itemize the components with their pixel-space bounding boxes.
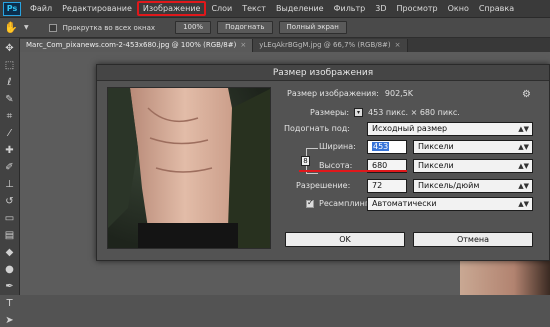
menu-type[interactable]: Текст xyxy=(237,4,271,13)
dimensions-unit-dropdown[interactable]: ▾ xyxy=(354,108,364,117)
menu-layers[interactable]: Слои xyxy=(206,4,237,13)
resample-checkbox[interactable] xyxy=(306,198,314,208)
dimensions-value: 453 пикс. × 680 пикс. xyxy=(368,108,460,117)
resolution-label: Разрешение: xyxy=(296,181,351,190)
clone-stamp-tool-icon[interactable]: ⊥ xyxy=(3,178,17,191)
fit-to-label: Подогнать под: xyxy=(284,124,350,133)
cancel-button[interactable]: Отмена xyxy=(413,232,533,247)
dialog-title: Размер изображения xyxy=(97,65,549,81)
move-tool-icon[interactable]: ✥ xyxy=(3,42,17,55)
height-label: Высота: xyxy=(319,161,353,170)
tool-preset-chevron-icon[interactable]: ▼ xyxy=(24,24,29,31)
height-value: 680 xyxy=(372,161,388,170)
menu-filter[interactable]: Фильтр xyxy=(329,4,371,13)
height-unit-value: Пиксели xyxy=(418,161,454,170)
document-tab[interactable]: yLEqAkrBGgM.jpg @ 66,7% (RGB/8#) × xyxy=(253,39,408,52)
chevron-down-icon: ▲▼ xyxy=(518,125,529,133)
fit-to-row: Подогнать под: xyxy=(284,124,350,133)
width-unit-value: Пиксели xyxy=(418,142,454,151)
scroll-all-windows-label: Прокрутка во всех окнах xyxy=(62,23,156,32)
dimensions-row: Размеры: ▾ 453 пикс. × 680 пикс. xyxy=(310,108,460,117)
fit-to-value: Исходный размер xyxy=(372,124,448,133)
menu-select[interactable]: Выделение xyxy=(271,4,329,13)
chevron-down-icon: ▲▼ xyxy=(518,182,529,190)
eraser-tool-icon[interactable]: ▭ xyxy=(3,212,17,225)
tools-panel: ✥ ⬚ ℓ ✎ ⌗ ⁄ ✚ ✐ ⊥ ↺ ▭ ▤ ◆ ● ✒ T ➤ xyxy=(0,38,20,326)
gear-icon[interactable]: ⚙ xyxy=(522,89,531,100)
menu-file[interactable]: Файл xyxy=(25,4,57,13)
image-size-value: 902,5K xyxy=(384,89,414,98)
image-preview[interactable] xyxy=(107,87,271,249)
resolution-value: 72 xyxy=(372,181,383,190)
chevron-down-icon: ▲▼ xyxy=(518,200,529,208)
resample-label: Ресамплинг: xyxy=(319,199,372,208)
width-label-row: Ширина: xyxy=(319,142,356,151)
close-icon[interactable]: × xyxy=(240,39,246,52)
fit-to-select[interactable]: Исходный размер ▲▼ xyxy=(367,122,533,136)
gradient-tool-icon[interactable]: ▤ xyxy=(3,229,17,242)
width-unit-select[interactable]: Пиксели ▲▼ xyxy=(413,140,533,154)
width-input[interactable]: 453 xyxy=(367,140,407,154)
history-brush-tool-icon[interactable]: ↺ xyxy=(3,195,17,208)
menu-image[interactable]: Изображение xyxy=(136,1,207,16)
path-select-tool-icon[interactable]: ➤ xyxy=(3,314,17,327)
resolution-label-row: Разрешение: xyxy=(296,181,350,190)
eyedropper-tool-icon[interactable]: ⁄ xyxy=(3,127,17,140)
dodge-tool-icon[interactable]: ● xyxy=(3,263,17,276)
image-size-row: Размер изображения: 902,5K xyxy=(287,89,413,98)
chevron-down-icon: ▲▼ xyxy=(518,162,529,170)
width-label: Ширина: xyxy=(319,142,356,151)
marquee-tool-icon[interactable]: ⬚ xyxy=(3,59,17,72)
resample-row: Ресамплинг: xyxy=(306,198,372,208)
hand-tool-icon[interactable]: ✋ xyxy=(4,21,18,35)
options-bar: ✋ ▼ Прокрутка во всех окнах 100% Подогна… xyxy=(0,18,550,38)
resample-select[interactable]: Автоматически ▲▼ xyxy=(367,197,533,211)
menu-bar: Ps Файл Редактирование Изображение Слои … xyxy=(0,0,550,18)
brush-tool-icon[interactable]: ✐ xyxy=(3,161,17,174)
document-tab-label: yLEqAkrBGgM.jpg @ 66,7% (RGB/8#) xyxy=(259,41,391,49)
menu-edit[interactable]: Редактирование xyxy=(57,4,137,13)
crop-tool-icon[interactable]: ⌗ xyxy=(3,110,17,123)
chevron-down-icon: ▲▼ xyxy=(518,143,529,151)
full-screen-button[interactable]: Полный экран xyxy=(278,21,347,34)
height-unit-select[interactable]: Пиксели ▲▼ xyxy=(413,159,533,173)
image-size-dialog: Размер изображения ⚙ Размер изображения:… xyxy=(96,64,550,261)
resolution-unit-value: Пиксель/дюйм xyxy=(418,181,480,190)
resolution-input[interactable]: 72 xyxy=(367,179,407,193)
blur-tool-icon[interactable]: ◆ xyxy=(3,246,17,259)
height-highlight-underline xyxy=(299,170,407,172)
dimensions-label: Размеры: xyxy=(310,108,350,117)
healing-brush-tool-icon[interactable]: ✚ xyxy=(3,144,17,157)
document-tabs: Marc_Com_pixanews.com-2-453x680.jpg @ 10… xyxy=(20,38,550,52)
zoom-100-button[interactable]: 100% xyxy=(175,21,212,34)
document-tab-label: Marc_Com_pixanews.com-2-453x680.jpg @ 10… xyxy=(26,41,237,49)
menu-window[interactable]: Окно xyxy=(443,4,474,13)
quick-select-tool-icon[interactable]: ✎ xyxy=(3,93,17,106)
menu-help[interactable]: Справка xyxy=(474,4,519,13)
height-label-row: Высота: xyxy=(319,161,352,170)
scroll-all-windows-checkbox[interactable] xyxy=(48,23,57,32)
resample-value: Автоматически xyxy=(372,199,437,208)
torso-photo xyxy=(108,88,270,248)
chain-link-icon[interactable]: 8 xyxy=(301,156,310,166)
width-value: 453 xyxy=(372,142,390,151)
menu-3d[interactable]: 3D xyxy=(370,4,391,13)
fit-screen-button[interactable]: Подогнать xyxy=(217,21,273,34)
image-size-label: Размер изображения: xyxy=(287,89,379,98)
menu-view[interactable]: Просмотр xyxy=(392,4,443,13)
type-tool-icon[interactable]: T xyxy=(3,297,17,310)
close-icon[interactable]: × xyxy=(395,39,401,52)
lasso-tool-icon[interactable]: ℓ xyxy=(3,76,17,89)
ok-button[interactable]: OK xyxy=(285,232,405,247)
resolution-unit-select[interactable]: Пиксель/дюйм ▲▼ xyxy=(413,179,533,193)
document-tab-active[interactable]: Marc_Com_pixanews.com-2-453x680.jpg @ 10… xyxy=(20,39,254,52)
pen-tool-icon[interactable]: ✒ xyxy=(3,280,17,293)
photoshop-logo: Ps xyxy=(3,1,21,16)
